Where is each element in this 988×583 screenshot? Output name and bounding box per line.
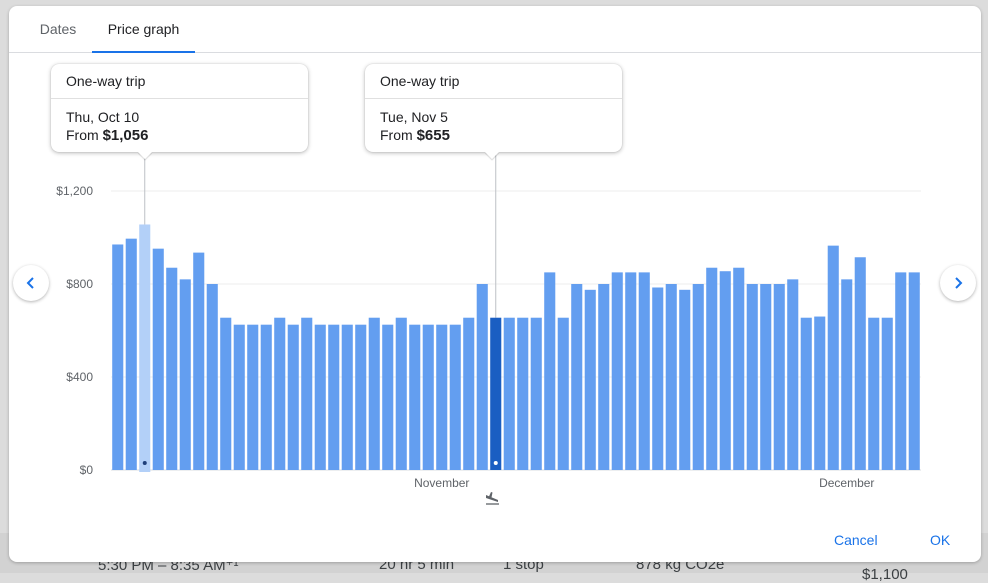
bg-price: $1,100: [862, 566, 908, 583]
chart-bars: [112, 224, 920, 472]
chart-x-labels: November December: [414, 476, 874, 490]
price-bar[interactable]: [355, 324, 367, 470]
price-bar[interactable]: [463, 317, 475, 470]
tooltip-nov-5: One-way trip Tue, Nov 5 From $655: [365, 64, 622, 160]
price-bar[interactable]: [220, 317, 232, 470]
price-bar[interactable]: [476, 284, 488, 470]
price-bar[interactable]: [233, 324, 245, 470]
price-bar[interactable]: [206, 284, 218, 470]
price-bar[interactable]: [436, 324, 448, 470]
price-bar[interactable]: [179, 279, 191, 470]
price-bar[interactable]: [503, 317, 515, 470]
price-bar[interactable]: [449, 324, 461, 470]
price-bar[interactable]: [719, 271, 731, 470]
price-bar[interactable]: [571, 284, 583, 470]
price-bar[interactable]: [557, 317, 569, 470]
price-bar[interactable]: [611, 272, 623, 470]
price-bar[interactable]: [517, 317, 529, 470]
price-bar[interactable]: [881, 317, 893, 470]
y-tick-label: $400: [66, 370, 93, 384]
tooltip-price-line: From $1,056: [66, 127, 148, 144]
tooltip-from-label: From: [380, 127, 413, 143]
bar-marker-dot: [493, 461, 498, 465]
chart-y-labels: $0 $400 $800 $1,200: [56, 184, 93, 477]
chevron-left-icon: [26, 277, 34, 289]
x-month-label: December: [819, 476, 874, 490]
price-bar[interactable]: [787, 279, 799, 470]
x-month-label: November: [414, 476, 469, 490]
tooltip-date: Tue, Nov 5: [380, 109, 448, 125]
price-bar[interactable]: [247, 324, 259, 470]
price-bar[interactable]: [112, 244, 124, 470]
price-bar[interactable]: [125, 238, 137, 470]
price-bar[interactable]: [868, 317, 880, 470]
price-bar[interactable]: [530, 317, 542, 470]
price-bar[interactable]: [638, 272, 650, 470]
tooltip-from-label: From: [66, 127, 99, 143]
price-bar[interactable]: [301, 317, 313, 470]
tooltip-price-line: From $655: [380, 127, 450, 144]
price-bar[interactable]: [193, 252, 205, 470]
price-bar[interactable]: [584, 289, 596, 470]
price-bar[interactable]: [260, 324, 272, 470]
price-bar[interactable]: [598, 284, 610, 470]
price-bar[interactable]: [800, 317, 812, 470]
tooltip-date: Thu, Oct 10: [66, 109, 140, 125]
price-bar[interactable]: [854, 257, 866, 470]
price-bar[interactable]: [773, 284, 785, 470]
price-bar[interactable]: [652, 287, 664, 470]
price-bar[interactable]: [274, 317, 286, 470]
tooltip-oct-10: One-way trip Thu, Oct 10 From $1,056: [51, 64, 308, 160]
price-bar[interactable]: [382, 324, 394, 470]
price-bar[interactable]: [706, 267, 718, 470]
price-bar[interactable]: [368, 317, 380, 470]
price-bar[interactable]: [287, 324, 299, 470]
price-bar[interactable]: [409, 324, 421, 470]
tooltip-price: $1,056: [102, 127, 149, 144]
price-bar[interactable]: [395, 317, 407, 470]
price-bar[interactable]: [733, 267, 745, 470]
price-bar[interactable]: [908, 272, 920, 470]
price-bar[interactable]: [814, 316, 826, 470]
price-bar[interactable]: [314, 324, 326, 470]
next-button[interactable]: [940, 265, 976, 301]
tooltip-price: $655: [416, 127, 450, 144]
tooltip-title: One-way trip: [365, 64, 622, 99]
price-bar[interactable]: [746, 284, 758, 470]
cancel-button[interactable]: Cancel: [834, 532, 878, 548]
price-bar[interactable]: [328, 324, 340, 470]
prev-button[interactable]: [13, 265, 49, 301]
bar-marker-dot: [142, 461, 147, 465]
price-graph-dialog: Dates Price graph $0 $400 $800 $1,200 Novem…: [9, 6, 981, 562]
y-tick-label: $1,200: [56, 184, 93, 198]
price-bar[interactable]: [679, 289, 691, 470]
price-bar[interactable]: [166, 267, 178, 470]
price-bar[interactable]: [544, 272, 556, 470]
ok-button[interactable]: OK: [930, 532, 950, 548]
price-bar[interactable]: [422, 324, 434, 470]
price-bar[interactable]: [760, 284, 772, 470]
price-bar-hovered[interactable]: [139, 224, 151, 472]
price-bar[interactable]: [895, 272, 907, 470]
price-bar-selected[interactable]: [490, 317, 502, 470]
price-bar[interactable]: [152, 248, 164, 470]
price-bar[interactable]: [827, 245, 839, 470]
tooltip-title: One-way trip: [51, 64, 308, 99]
y-tick-label: $800: [66, 277, 93, 291]
price-bar[interactable]: [665, 284, 677, 470]
chart-grid: [111, 190, 921, 471]
price-bar[interactable]: [692, 284, 704, 470]
chevron-right-icon: [955, 277, 963, 289]
flight-land-icon: [486, 492, 499, 505]
price-bar[interactable]: [841, 279, 853, 470]
y-tick-label: $0: [80, 463, 94, 477]
price-bar[interactable]: [341, 324, 353, 470]
price-bar[interactable]: [625, 272, 637, 470]
